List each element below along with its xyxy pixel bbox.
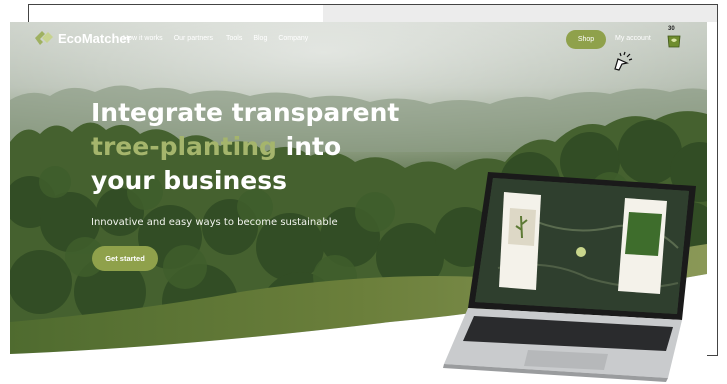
hero-section: EcoMatcher How it works Our partners Too… [10, 22, 707, 384]
headline-line-2: tree-planting into [91, 130, 399, 164]
laptop-mockup [443, 172, 696, 382]
logo[interactable]: EcoMatcher [34, 30, 132, 46]
nav-link-blog[interactable]: Blog [253, 35, 267, 42]
logo-leaf-icon [35, 31, 53, 45]
nav-links: How it works Our partners Tools Blog Com… [123, 35, 319, 42]
logo-text: EcoMatcher [58, 30, 132, 46]
shop-button[interactable]: Shop [566, 30, 606, 49]
hero-headline: Integrate transparent tree-planting into… [91, 96, 399, 198]
top-navbar: EcoMatcher How it works Our partners Too… [10, 22, 707, 60]
my-account-link[interactable]: My account [615, 35, 651, 42]
frame-border-bottom [706, 355, 718, 356]
get-started-button[interactable]: Get started [92, 246, 158, 271]
headline-accent: tree-planting [91, 132, 277, 161]
frame-border-top [28, 4, 718, 5]
cart-icon [667, 35, 681, 48]
headline-line-1: Integrate transparent [91, 98, 400, 127]
landing-page: EcoMatcher How it works Our partners Too… [10, 22, 707, 384]
nav-link-our-partners[interactable]: Our partners [174, 35, 213, 42]
headline-line-3: your business [91, 166, 287, 195]
cart-button[interactable]: 30 [666, 26, 682, 50]
nav-link-tools[interactable]: Tools [226, 35, 242, 42]
headline-line-2-rest: into [276, 132, 342, 161]
nav-link-company[interactable]: Company [278, 35, 308, 42]
browser-gap-band [323, 5, 718, 22]
frame-border-left [28, 4, 29, 22]
hero-subheadline: Innovative and easy ways to become susta… [91, 217, 338, 228]
cart-count-badge: 30 [668, 26, 675, 32]
frame-border-right [717, 4, 718, 356]
nav-link-how-it-works[interactable]: How it works [123, 35, 163, 42]
click-cursor-icon [614, 51, 633, 71]
